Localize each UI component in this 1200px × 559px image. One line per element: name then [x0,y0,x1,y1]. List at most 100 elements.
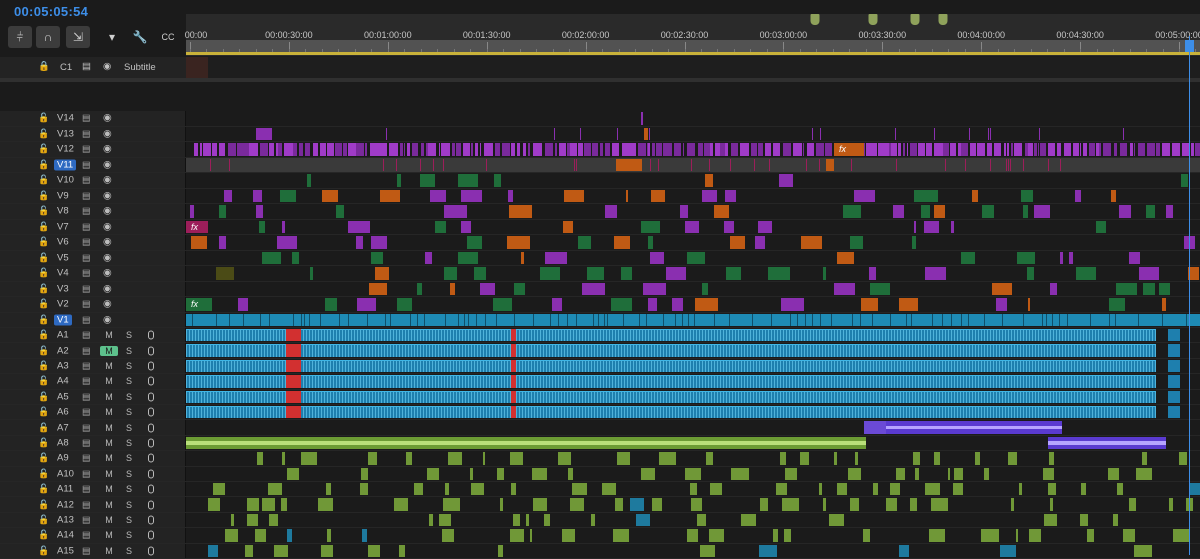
video-clip[interactable] [628,143,636,156]
video-clip[interactable] [1195,143,1200,156]
video-clip[interactable] [961,251,975,264]
video-clip[interactable] [378,143,387,156]
audio-clip[interactable] [741,513,757,527]
video-clip[interactable] [420,143,424,156]
audio-clip[interactable] [186,329,1156,342]
lock-icon[interactable]: 🔓 [38,206,49,217]
video-track-lane[interactable] [186,127,1200,142]
video-clip[interactable] [1023,158,1025,171]
mute-button[interactable]: M [100,392,118,402]
video-clip[interactable] [1016,251,1035,264]
video-clip[interactable] [473,267,487,280]
video-clip[interactable] [894,127,896,140]
video-clip[interactable] [1033,143,1038,156]
video-clip[interactable] [1010,158,1012,171]
video-clip[interactable] [695,313,715,326]
video-clip[interactable] [861,313,874,326]
audio-track-lane[interactable] [186,359,1200,373]
video-clip[interactable] [579,127,581,140]
audio-clip[interactable] [601,483,617,496]
video-clip[interactable] [190,205,194,218]
video-clip[interactable] [913,220,917,233]
video-clip[interactable] [364,143,368,156]
audio-transition-marker[interactable] [296,329,301,342]
video-track-lane[interactable]: fx [186,297,1200,312]
video-clip[interactable] [878,143,885,156]
video-clip[interactable] [982,205,994,218]
video-clip[interactable] [913,189,938,202]
solo-button[interactable]: S [126,346,132,356]
audio-track-name[interactable]: A4 [54,376,72,387]
audio-track-name[interactable]: A13 [54,514,77,525]
video-clip[interactable] [663,313,676,326]
sync-lock-icon[interactable]: ▤ [82,113,91,124]
audio-clip[interactable] [186,359,1156,373]
video-clip[interactable] [455,143,462,156]
audio-clip[interactable] [915,467,919,480]
audio-clip[interactable] [207,498,220,511]
video-track-lane[interactable] [186,251,1200,266]
video-track-lane[interactable] [186,173,1200,188]
video-clip[interactable] [751,143,757,156]
video-clip[interactable] [1162,313,1187,326]
video-clip[interactable] [1073,143,1080,156]
audio-clip[interactable] [849,498,859,511]
video-clip[interactable] [554,143,557,156]
video-clip[interactable] [987,143,992,156]
audio-clip[interactable] [557,452,572,465]
video-clip[interactable] [1083,143,1088,156]
video-clip[interactable] [540,267,561,280]
video-clip[interactable] [550,313,560,326]
audio-clip[interactable] [186,344,1156,357]
video-clip[interactable] [943,143,949,156]
video-clip[interactable] [223,189,233,202]
audio-track-lane[interactable] [186,374,1200,388]
solo-button[interactable]: S [126,361,132,371]
video-clip[interactable] [375,267,390,280]
lock-icon[interactable]: 🔓 [38,391,49,402]
video-clip[interactable] [463,143,470,156]
sync-lock-icon[interactable]: ▤ [82,159,91,170]
lock-icon[interactable]: 🔒 [38,61,50,72]
video-clip[interactable] [924,267,947,280]
video-clip[interactable] [989,158,991,171]
video-track-name[interactable]: V12 [54,144,77,155]
video-clip[interactable] [218,205,226,218]
video-clip[interactable] [792,143,802,156]
video-clip[interactable] [294,313,302,326]
audio-clip[interactable] [1168,375,1180,388]
eye-icon[interactable]: ◉ [103,283,112,294]
video-clip[interactable] [729,313,754,326]
video-clip[interactable] [1110,189,1116,202]
video-clip[interactable] [676,313,684,326]
solo-button[interactable]: S [126,392,132,402]
audio-clip[interactable] [1047,483,1057,496]
video-clip[interactable] [227,143,236,156]
video-clip[interactable] [383,158,385,171]
video-clip[interactable] [298,143,303,156]
audio-clip[interactable] [1129,498,1136,511]
audio-clip[interactable] [509,452,523,465]
audio-clip[interactable] [710,483,722,496]
audio-track-lane[interactable] [186,436,1200,450]
audio-clip[interactable] [776,483,788,496]
video-clip[interactable] [920,205,930,218]
video-clip[interactable] [260,313,270,326]
video-clip[interactable] [238,298,248,311]
audio-clip[interactable] [1015,529,1019,542]
video-clip[interactable] [1047,143,1055,156]
video-clip[interactable] [433,158,435,171]
video-clip[interactable] [969,127,971,140]
video-clip[interactable] [1039,127,1041,140]
video-clip[interactable] [730,143,738,156]
audio-clip[interactable] [913,452,921,465]
audio-clip[interactable] [367,544,380,557]
sync-lock-icon[interactable]: ▤ [82,283,91,294]
video-clip[interactable] [1130,143,1133,156]
video-clip[interactable] [663,143,673,156]
video-clip[interactable] [407,143,411,156]
lock-icon[interactable]: 🔓 [38,514,49,525]
video-clip[interactable] [822,267,827,280]
video-clip[interactable] [649,127,651,140]
video-clip[interactable] [819,158,821,171]
